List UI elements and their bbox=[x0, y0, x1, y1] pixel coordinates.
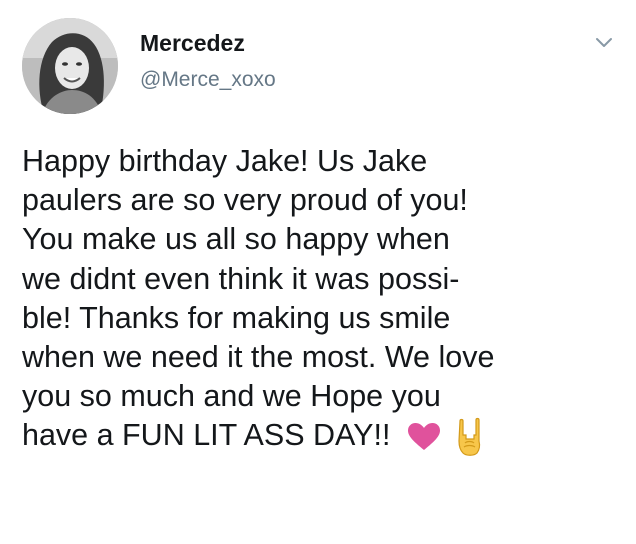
tweet-text-line: You make us all so happy when bbox=[22, 222, 450, 257]
tweet-text-line: have a FUN LIT ASS DAY!! bbox=[22, 418, 391, 453]
author-display-name[interactable]: Mercedez bbox=[140, 30, 245, 57]
sign-of-the-horns-icon bbox=[458, 418, 481, 457]
tweet-text-line: we didnt even think it was possi- bbox=[22, 261, 460, 296]
tweet-text: Happy birthday Jake! Us Jake paulers are… bbox=[22, 142, 622, 457]
author-handle[interactable]: @Merce_xoxo bbox=[140, 68, 276, 92]
tweet-text-line: ble! Thanks for making us smile bbox=[22, 300, 451, 335]
avatar-photo-icon bbox=[22, 18, 118, 114]
chevron-down-icon[interactable] bbox=[594, 36, 614, 50]
heart-icon bbox=[407, 423, 440, 451]
tweet-card: Mercedez @Merce_xoxo Happy birthday Jake… bbox=[0, 0, 636, 544]
avatar[interactable] bbox=[22, 18, 118, 114]
tweet-text-line: Happy birthday Jake! Us Jake bbox=[22, 144, 428, 178]
tweet-text-line: paulers are so very proud of you! bbox=[22, 183, 468, 218]
tweet-text-line: when we need it the most. We love bbox=[22, 340, 495, 375]
tweet-text-last-line: have a FUN LIT ASS DAY!! bbox=[22, 416, 622, 457]
tweet-text-line: you so much and we Hope you bbox=[22, 379, 441, 414]
